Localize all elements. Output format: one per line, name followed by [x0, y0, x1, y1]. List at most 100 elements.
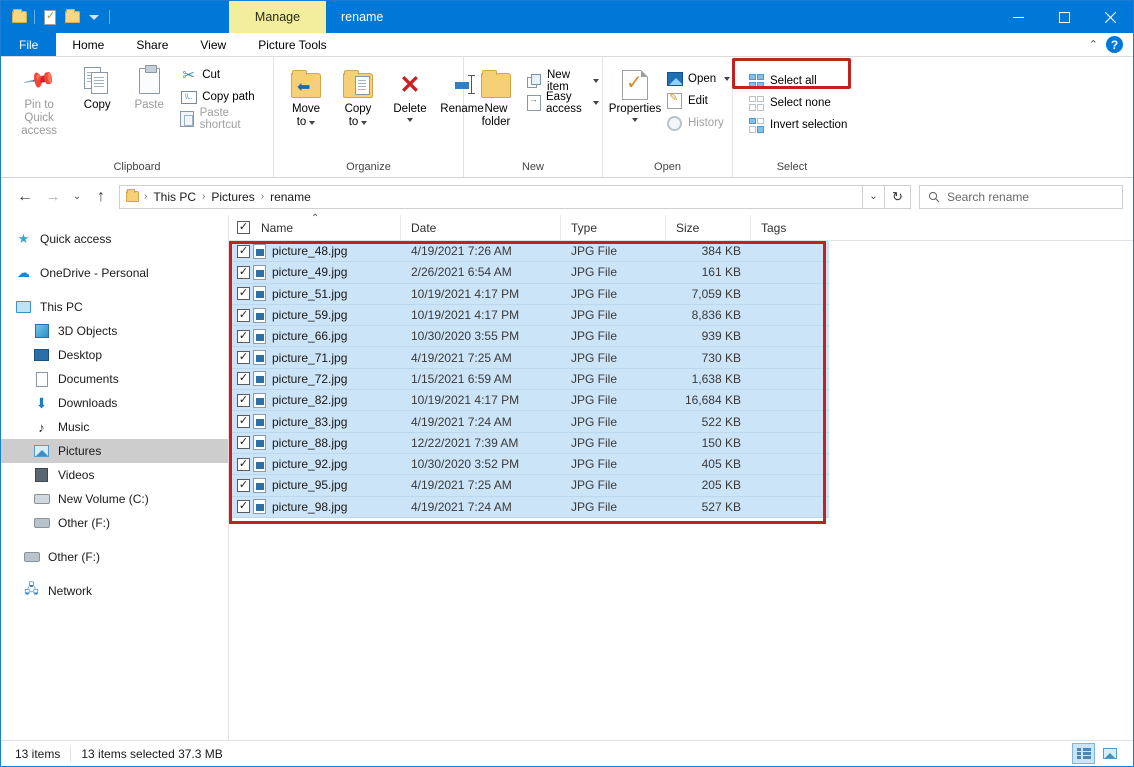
column-header-label: Tags	[761, 221, 786, 235]
scissors-icon: ✂	[180, 67, 197, 84]
sidebar-gap	[1, 569, 228, 579]
contextual-tab-manage[interactable]: Manage	[229, 1, 326, 33]
maximize-button[interactable]	[1041, 1, 1087, 33]
delete-icon: ✕	[400, 67, 421, 103]
cut-button[interactable]: ✂ Cut	[175, 64, 267, 86]
breadcrumb-item-this-pc[interactable]: This PC	[148, 190, 201, 204]
copy-to-button[interactable]: Copy to	[332, 64, 384, 132]
history-button[interactable]: History	[661, 112, 735, 134]
paste-button[interactable]: Paste	[123, 60, 175, 115]
delete-button[interactable]: ✕ Delete	[384, 64, 436, 125]
title-bar: Manage rename	[1, 1, 1133, 33]
sidebar-item-documents[interactable]: Documents	[1, 367, 228, 391]
collapse-ribbon-icon[interactable]: ⌃	[1089, 38, 1098, 51]
sidebar-item-new-volume-c[interactable]: New Volume (C:)	[1, 487, 228, 511]
recent-locations-button[interactable]: ⌄	[67, 183, 87, 211]
file-list-area: ✓picture_48.jpg4/19/2021 7:26 AMJPG File…	[229, 241, 1133, 740]
new-folder-label-line1: New	[484, 103, 507, 116]
sidebar-gap	[1, 285, 228, 295]
sidebar-item-label: Documents	[58, 372, 119, 386]
3d-objects-icon	[33, 323, 50, 340]
tab-home-label: Home	[72, 38, 104, 52]
ribbon-group-select: Select all Select none Invert selection …	[733, 57, 1133, 177]
ribbon-group-clipboard: 📌 Pin to Quick access Copy Paste	[1, 57, 274, 177]
sidebar-item-other-f-child[interactable]: Other (F:)	[1, 511, 228, 535]
sidebar-item-this-pc[interactable]: This PC	[1, 295, 228, 319]
new-folder-button[interactable]: New folder	[470, 64, 522, 132]
folder-icon[interactable]	[9, 7, 29, 27]
tab-file[interactable]: File	[1, 33, 56, 56]
sidebar-item-3d-objects[interactable]: 3D Objects	[1, 319, 228, 343]
easy-access-button[interactable]: Easy access	[522, 92, 604, 114]
new-item-label: New item	[547, 69, 585, 93]
back-button[interactable]: ←	[11, 183, 39, 211]
breadcrumb[interactable]: › This PC › Pictures › rename	[119, 185, 863, 209]
help-icon[interactable]: ?	[1106, 36, 1123, 53]
edit-button[interactable]: Edit	[661, 90, 735, 112]
new-folder-icon[interactable]	[62, 7, 82, 27]
tab-share[interactable]: Share	[120, 33, 184, 56]
new-item-button[interactable]: New item	[522, 70, 604, 92]
sidebar-item-desktop[interactable]: Desktop	[1, 343, 228, 367]
clipboard-small-buttons: ✂ Cut \\.. Copy path Paste shortcut	[175, 60, 267, 130]
ribbon: 📌 Pin to Quick access Copy Paste	[1, 57, 1133, 178]
window-controls	[995, 1, 1133, 33]
sidebar-item-label: Other (F:)	[48, 550, 100, 564]
status-item-count: 13 items	[1, 746, 71, 762]
minimize-button[interactable]	[995, 1, 1041, 33]
sidebar-item-onedrive[interactable]: ☁ OneDrive - Personal	[1, 261, 228, 285]
select-all-checkbox[interactable]: ✓	[229, 215, 251, 241]
new-small-buttons: New item Easy access	[522, 64, 604, 114]
column-header-tags[interactable]: Tags	[751, 215, 831, 241]
tab-home[interactable]: Home	[56, 33, 120, 56]
navigation-pane: ★ Quick access ☁ OneDrive - Personal Thi…	[1, 215, 229, 740]
window-title-text: rename	[341, 10, 383, 24]
copy-to-label-line2: to	[349, 116, 359, 129]
column-header-date[interactable]: Date	[401, 215, 561, 241]
address-dropdown-button[interactable]: ⌄	[863, 185, 885, 209]
details-view-button[interactable]	[1072, 743, 1095, 764]
invert-selection-button[interactable]: Invert selection	[743, 114, 852, 136]
move-to-button[interactable]: ⬅ Move to	[280, 64, 332, 132]
open-small-buttons: Open Edit History	[661, 64, 735, 134]
sidebar-item-label: OneDrive - Personal	[40, 266, 149, 280]
refresh-button[interactable]: ↻	[885, 185, 911, 209]
up-icon: ↑	[97, 188, 105, 206]
close-button[interactable]	[1087, 1, 1133, 33]
column-header-label: Date	[411, 221, 436, 235]
select-none-button[interactable]: Select none	[743, 92, 852, 114]
sidebar-item-music[interactable]: ♪ Music	[1, 415, 228, 439]
sidebar-item-network[interactable]: 🖧 Network	[1, 579, 228, 603]
copy-to-icon	[343, 67, 373, 103]
breadcrumb-item-rename[interactable]: rename	[265, 190, 316, 204]
properties-button[interactable]: Properties	[609, 64, 661, 125]
search-input[interactable]: Search rename	[919, 185, 1123, 209]
copy-path-button[interactable]: \\.. Copy path	[175, 86, 267, 108]
paste-shortcut-button[interactable]: Paste shortcut	[175, 108, 267, 130]
file-explorer-window: Manage rename File Home Share View Pictu…	[0, 0, 1134, 767]
column-header-type[interactable]: Type	[561, 215, 666, 241]
sidebar-item-downloads[interactable]: ⬇ Downloads	[1, 391, 228, 415]
column-header-name[interactable]: Name ⌃	[251, 215, 401, 241]
new-group-label: New	[464, 161, 602, 177]
sidebar-item-videos[interactable]: Videos	[1, 463, 228, 487]
select-all-button[interactable]: Select all	[743, 70, 852, 92]
breadcrumb-item-pictures[interactable]: Pictures	[206, 190, 259, 204]
pin-to-quick-access-button[interactable]: 📌 Pin to Quick access	[7, 60, 71, 142]
open-button[interactable]: Open	[661, 68, 735, 90]
forward-button[interactable]: →	[39, 183, 67, 211]
up-button[interactable]: ↑	[87, 183, 115, 211]
sidebar-item-label: This PC	[40, 300, 83, 314]
sidebar-item-other-f[interactable]: Other (F:)	[1, 545, 228, 569]
copy-button[interactable]: Copy	[71, 60, 123, 115]
large-icons-view-button[interactable]	[1098, 743, 1121, 764]
tab-view[interactable]: View	[184, 33, 242, 56]
sidebar-item-quick-access[interactable]: ★ Quick access	[1, 227, 228, 251]
sidebar-item-pictures[interactable]: Pictures	[1, 439, 228, 463]
easy-access-icon	[527, 95, 541, 112]
column-header-size[interactable]: Size	[666, 215, 751, 241]
tab-share-label: Share	[136, 38, 168, 52]
customize-qat-icon[interactable]	[84, 7, 104, 27]
tab-picture-tools[interactable]: Picture Tools	[242, 33, 342, 56]
properties-icon[interactable]	[40, 7, 60, 27]
